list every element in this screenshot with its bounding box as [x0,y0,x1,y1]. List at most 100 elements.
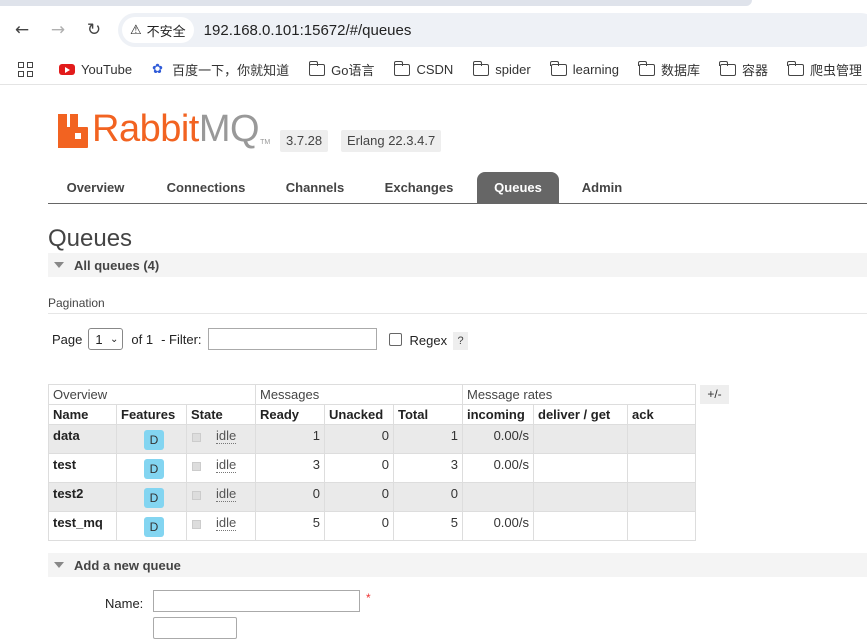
tab-exchanges[interactable]: Exchanges [374,172,464,204]
chevron-down-icon: ⌄ [109,333,119,345]
columns-toggle-button[interactable]: +/- [700,385,729,404]
queue-name-link[interactable]: data [48,424,117,454]
group-header-messages: Messages [255,384,463,405]
queue-name-link[interactable]: test [48,453,117,483]
incoming-rate [462,482,534,512]
tab-overview[interactable]: Overview [48,172,143,204]
tab-channels[interactable]: Channels [274,172,356,204]
all-queues-toggle[interactable]: All queues (4) [48,253,867,277]
security-chip[interactable]: ⚠ 不安全 [122,17,194,43]
bookmark-folder-csdn[interactable]: CSDN [393,60,454,77]
add-queue-toggle[interactable]: Add a new queue [48,553,867,577]
bookmark-folder-spider[interactable]: spider [472,60,531,77]
ack-rate [627,453,696,483]
pagination-controls: Page 1 ⌄ of 1 - Filter: Regex ? [52,328,469,350]
total-count: 5 [393,511,463,541]
folder-icon [550,60,567,76]
forward-icon[interactable]: → [46,18,70,42]
bookmark-folder-database[interactable]: 数据库 [638,60,700,79]
features-cell: D [116,511,187,541]
regex-label: Regex [409,333,448,348]
reload-icon[interactable]: ↻ [82,18,106,42]
state-idle-icon [192,433,201,442]
warning-icon: ⚠ [130,22,142,38]
durable-badge: D [144,459,164,479]
bookmark-label: spider [495,62,531,77]
address-bar[interactable]: ⚠ 不安全 192.168.0.101:15672/#/queues [118,13,867,47]
table-row[interactable]: test_mq D idle 5 0 5 0.00/s [48,511,696,541]
state-cell: idle [186,511,256,541]
state-label: idle [216,486,237,502]
col-header-total[interactable]: Total [393,404,463,425]
browser-toolbar: ← → ↻ ⚠ 不安全 192.168.0.101:15672/#/queues [0,0,867,55]
page-label: Page [52,331,83,347]
features-cell: D [116,482,187,512]
collapse-triangle-icon [54,562,64,568]
tab-queues[interactable]: Queues [477,172,559,204]
page-select[interactable]: 1 ⌄ [88,328,124,350]
ready-count: 0 [255,482,325,512]
unacked-count: 0 [324,482,394,512]
table-row[interactable]: data D idle 1 0 1 0.00/s [48,424,696,454]
security-label: 不安全 [146,23,186,39]
deliver-get-rate [533,482,628,512]
bookmark-folder-learning[interactable]: learning [550,60,619,77]
bookmark-folder-go[interactable]: Go语言 [308,60,374,79]
bookmark-label: CSDN [416,62,454,77]
rabbitmq-logo[interactable]: Rabbit MQ TM [58,110,270,148]
page-title: Queues [48,225,133,252]
state-label: idle [216,428,237,444]
group-header-message-rates: Message rates [462,384,696,405]
bookmark-label: 爬虫管理 [810,63,863,78]
queues-table: Overview Messages Message rates Name Fea… [48,384,696,541]
ready-count: 1 [255,424,325,454]
bookmark-label: 百度一下，你就知道 [172,63,290,78]
col-header-ack[interactable]: ack [627,404,696,425]
features-cell: D [116,424,187,454]
ready-count: 3 [255,453,325,483]
url-text[interactable]: 192.168.0.101:15672/#/queues [204,22,412,39]
table-row[interactable]: test2 D idle 0 0 0 [48,482,696,512]
folder-icon [787,60,805,76]
filter-label: - Filter: [161,331,202,347]
queue-name-link[interactable]: test_mq [48,511,117,541]
back-icon[interactable]: ← [10,18,34,42]
unacked-count: 0 [324,511,394,541]
page-select-value: 1 [95,331,103,347]
deliver-get-rate [533,453,628,483]
tab-connections[interactable]: Connections [155,172,257,204]
apps-grid-icon[interactable] [18,61,33,78]
tab-admin[interactable]: Admin [570,172,634,204]
ready-count: 5 [255,511,325,541]
bookmark-label: YouTube [81,62,133,77]
regex-help-button[interactable]: ? [453,331,469,350]
table-row[interactable]: test D idle 3 0 3 0.00/s [48,453,696,483]
table-group-header-row: Overview Messages Message rates [48,384,696,405]
col-header-incoming[interactable]: incoming [462,404,534,425]
col-header-unacked[interactable]: Unacked [324,404,394,425]
youtube-icon [59,64,75,75]
bookmark-folder-crawler[interactable]: 爬虫管理 [787,60,863,79]
incoming-rate: 0.00/s [462,424,534,454]
folder-icon [393,60,411,76]
col-header-state[interactable]: State [186,404,256,425]
queue-name-label: Name: [105,596,144,611]
pagination-heading: Pagination [48,296,105,310]
total-count: 3 [393,453,463,483]
durability-select[interactable] [153,617,237,639]
tab-strip [0,0,752,6]
queue-name-link[interactable]: test2 [48,482,117,512]
pagination-divider [48,313,867,314]
col-header-name[interactable]: Name [48,404,117,425]
col-header-ready[interactable]: Ready [255,404,325,425]
queue-name-input[interactable] [153,590,360,612]
group-header-overview: Overview [48,384,256,405]
filter-input[interactable] [207,328,377,350]
bookmark-youtube[interactable]: YouTube [59,62,132,77]
bookmark-folder-container[interactable]: 容器 [719,60,768,79]
bookmark-baidu[interactable]: ✿ 百度一下，你就知道 [152,60,289,79]
bookmark-label: learning [572,62,619,77]
state-idle-icon [192,520,201,529]
col-header-deliver-get[interactable]: deliver / get [533,404,628,425]
regex-checkbox[interactable] [388,332,402,346]
